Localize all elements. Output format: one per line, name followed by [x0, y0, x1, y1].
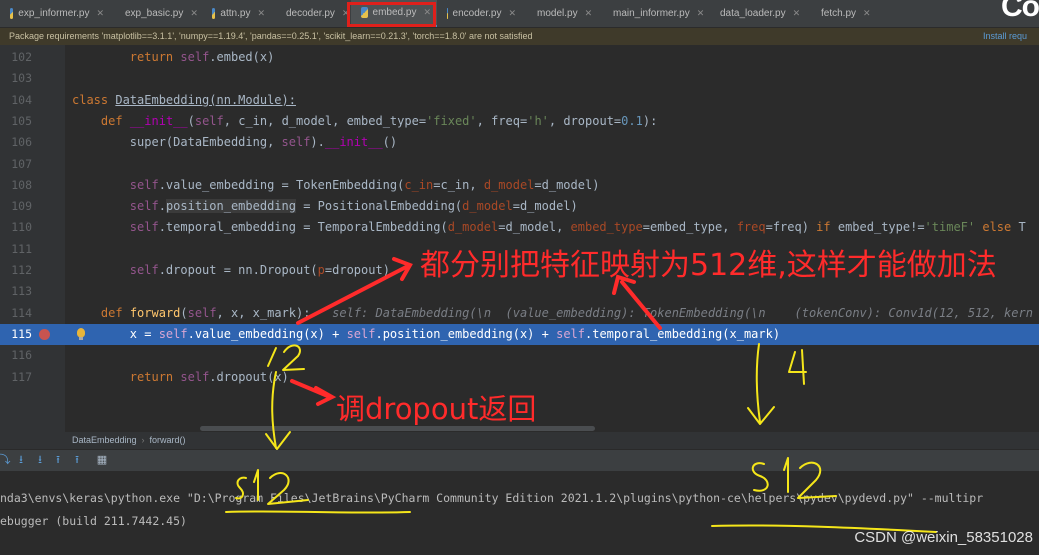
- hand-arrow-down-left: [271, 371, 277, 449]
- hand-512-right: [751, 462, 769, 492]
- hand-512-left: [267, 472, 309, 505]
- hand-arrow-head: [265, 431, 291, 450]
- annotation-main-note: 都分别把特征映射为512维,这样才能做加法: [420, 248, 997, 283]
- hand-512-right: [797, 461, 837, 499]
- arrow-to-value-embedding: [296, 264, 410, 325]
- hand-512-left: [235, 476, 247, 500]
- yellow-handwriting: [225, 343, 937, 533]
- annotation-dropout-note: 调dropout返回: [336, 392, 537, 426]
- hand-underline-left: [225, 510, 411, 514]
- hand-arrow-head: [747, 406, 775, 425]
- hand-arrow-down-right: [755, 343, 761, 423]
- arrow-to-temporal-embedding: [620, 280, 662, 330]
- hand-4-text: [788, 349, 807, 385]
- hand-12-text: [267, 347, 277, 367]
- hand-12-text: [282, 344, 305, 371]
- csdn-watermark: CSDN @weixin_58351028: [854, 529, 1033, 546]
- hand-512-right: [783, 457, 789, 493]
- hand-512-left: [253, 469, 259, 501]
